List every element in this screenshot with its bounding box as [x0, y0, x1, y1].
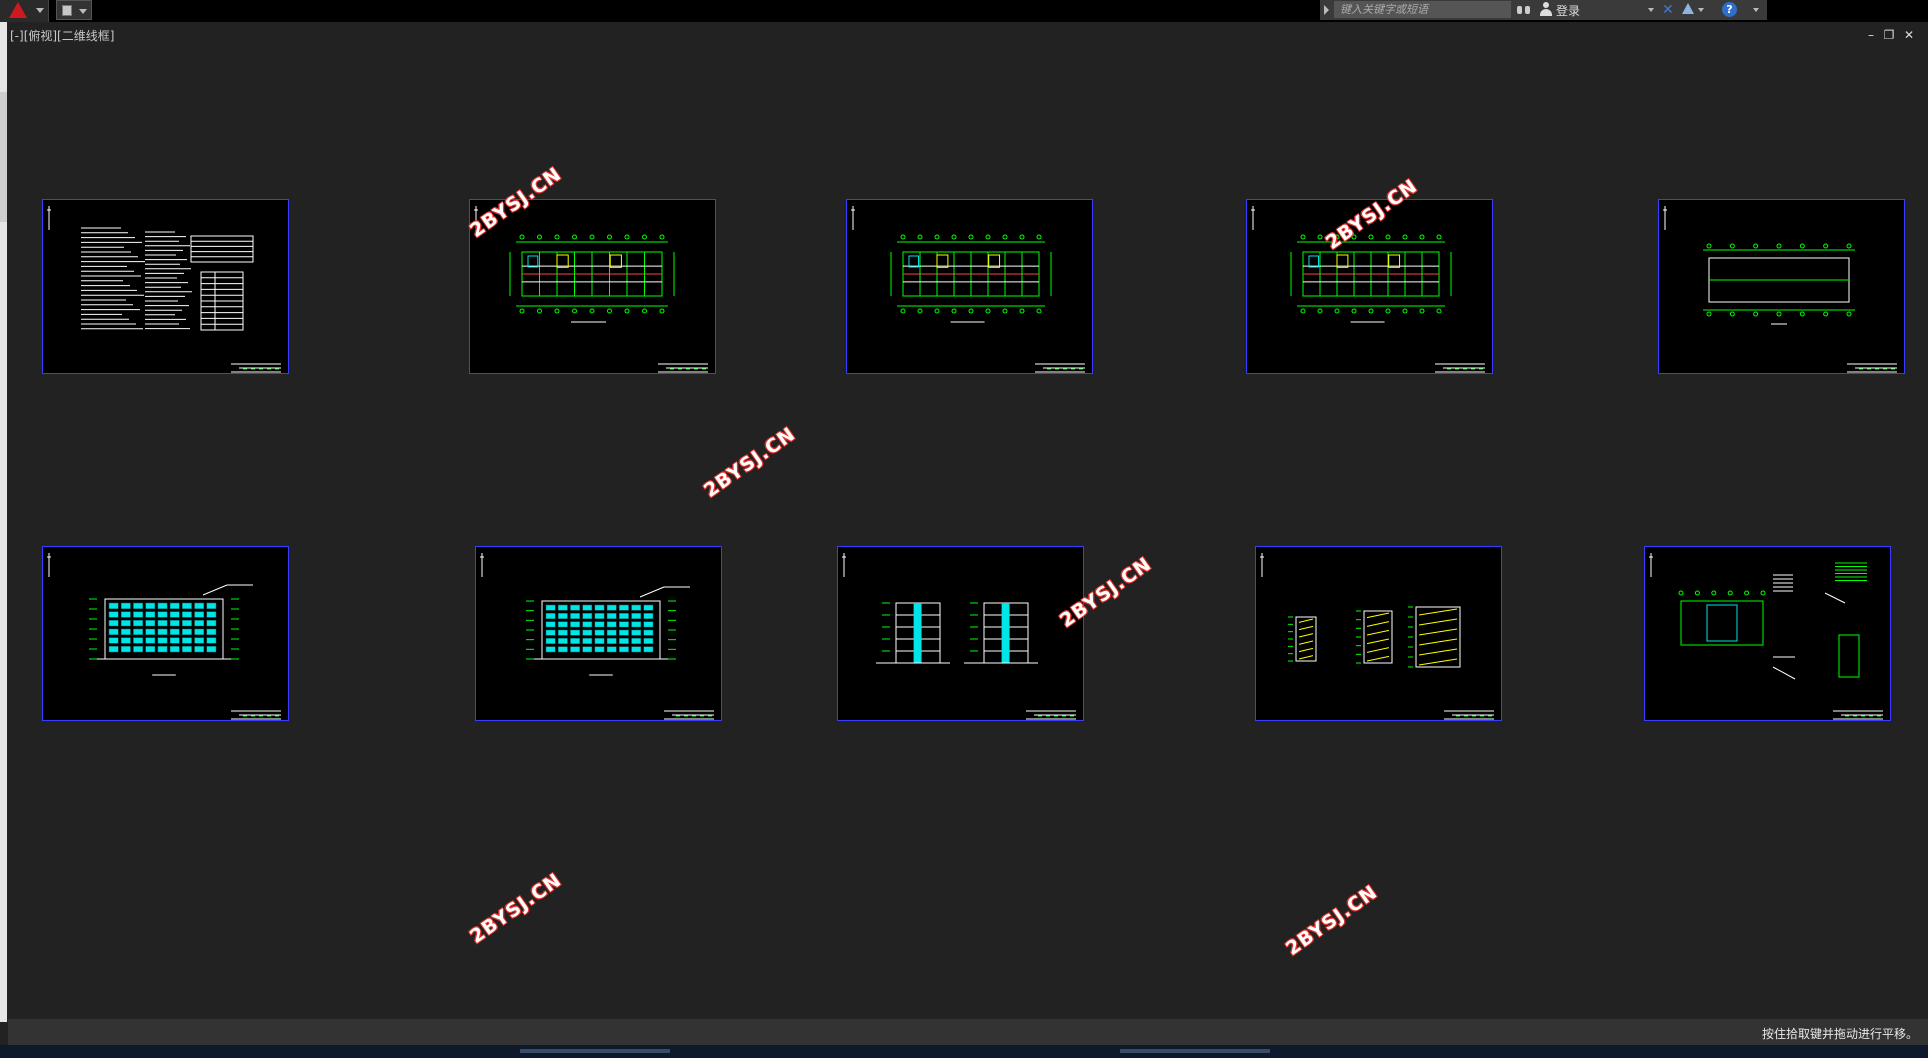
a360-icon[interactable]	[1682, 3, 1694, 14]
search-input[interactable]: 键入关键字或短语	[1334, 1, 1511, 18]
sheet-stair-details-drawing	[1260, 553, 1494, 720]
chevron-down-icon[interactable]	[1753, 8, 1759, 12]
chevron-down-icon	[79, 9, 87, 14]
login-label[interactable]: 登录	[1556, 2, 1580, 19]
quick-access-button[interactable]	[56, 0, 92, 20]
close-icon[interactable]: ✕	[1902, 28, 1916, 42]
sheet-plan-1-drawing	[474, 206, 708, 373]
application-menu-button[interactable]	[0, 0, 49, 22]
sheet-elevation-2[interactable]	[475, 546, 722, 721]
sheet-elevation-2-drawing	[480, 553, 714, 720]
sheet-roof-plan-drawing	[1663, 206, 1897, 373]
viewport-label[interactable]: [-][俯视][二维线框]	[10, 27, 114, 44]
chevron-down-icon[interactable]	[1648, 8, 1654, 12]
drawing-window-controls: – ❐ ✕	[1864, 28, 1922, 42]
chevron-down-icon	[36, 8, 44, 13]
left-panel-scroll[interactable]	[0, 92, 7, 222]
title-toolbar: 键入关键字或短语 登录 ✕ ?	[0, 0, 1928, 22]
status-message: 按住拾取键并拖动进行平移。	[1761, 1027, 1918, 1041]
sheet-roof-plan[interactable]	[1658, 199, 1905, 374]
sheet-design-notes[interactable]	[42, 199, 289, 374]
save-icon	[62, 5, 72, 16]
sheet-elevation-1-drawing	[47, 553, 281, 720]
minimize-icon[interactable]: –	[1864, 28, 1878, 42]
restore-icon[interactable]: ❐	[1882, 28, 1896, 42]
sheet-plan-2[interactable]	[846, 199, 1093, 374]
taskbar-item[interactable]	[1120, 1049, 1270, 1053]
sheet-elevation-1[interactable]	[42, 546, 289, 721]
exchange-apps-icon[interactable]: ✕	[1662, 2, 1674, 18]
sheet-sections-drawing	[842, 553, 1076, 720]
watermark-text: 2BYSJ.CN	[466, 869, 566, 949]
watermark-text: 2BYSJ.CN	[700, 423, 800, 503]
taskbar	[0, 1045, 1928, 1058]
sheet-plan-1[interactable]	[469, 199, 716, 374]
user-icon[interactable]	[1540, 2, 1552, 16]
watermark-text: 2BYSJ.CN	[1282, 881, 1382, 961]
sheet-design-notes-drawing	[47, 206, 281, 373]
sheet-stair-details[interactable]	[1255, 546, 1502, 721]
sheet-sections[interactable]	[837, 546, 1084, 721]
sheet-plan-2-drawing	[851, 206, 1085, 373]
expand-search-icon[interactable]	[1324, 5, 1329, 15]
sheet-details[interactable]	[1644, 546, 1891, 721]
taskbar-item[interactable]	[520, 1049, 670, 1053]
binoculars-search-icon[interactable]	[1517, 3, 1531, 15]
help-icon[interactable]: ?	[1722, 2, 1737, 17]
infocenter: 键入关键字或短语 登录 ✕ ?	[1320, 0, 1767, 20]
sheet-details-drawing	[1649, 553, 1883, 720]
autocad-logo-icon	[9, 2, 27, 18]
chevron-down-icon[interactable]	[1698, 8, 1704, 12]
status-bar: 按住拾取键并拖动进行平移。	[8, 1019, 1928, 1045]
